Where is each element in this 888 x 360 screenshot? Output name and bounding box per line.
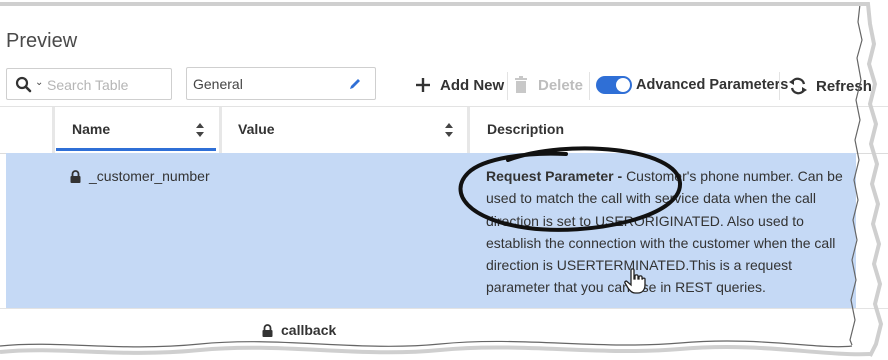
preview-panel: Preview ⌄ General Add New Delete A (0, 0, 888, 360)
torn-edge-border (0, 2, 884, 357)
